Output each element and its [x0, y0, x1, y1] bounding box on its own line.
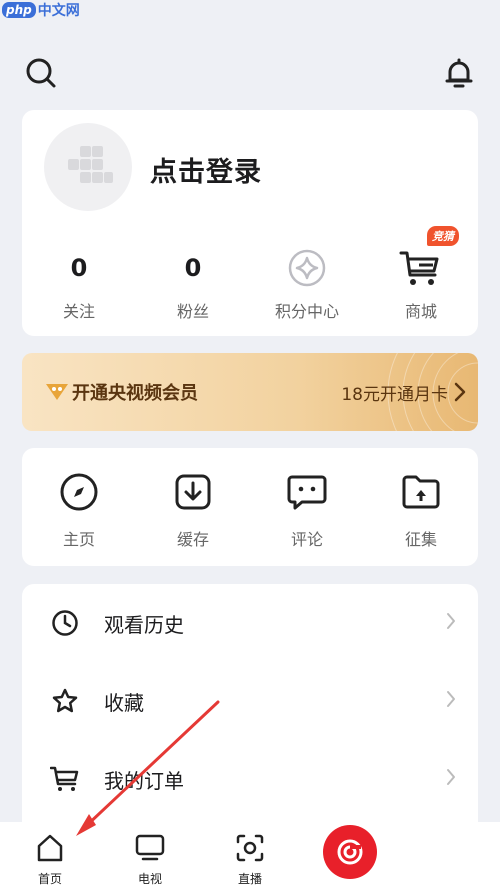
vip-banner[interactable]: 开通央视频会员 18元开通月卡 [22, 353, 478, 431]
tab-tv[interactable]: 电视 [100, 822, 200, 890]
quick-label: 主页 [62, 530, 95, 549]
quick-homepage[interactable]: 主页 [22, 448, 136, 566]
tab-label: 电视 [137, 872, 162, 886]
tab-label: 首页 [37, 872, 62, 886]
avatar[interactable] [44, 123, 132, 211]
quick-label: 评论 [290, 530, 323, 549]
vip-offer: 18元开通月卡 [341, 385, 448, 405]
clock-icon [50, 608, 80, 638]
menu-label: 我的订单 [104, 768, 184, 793]
download-icon [136, 472, 250, 512]
tab-home[interactable]: 首页 [0, 822, 100, 890]
watermark-site: 中文网 [37, 3, 80, 19]
menu-item-favorites[interactable]: 收藏 [22, 662, 478, 740]
menu-list: 观看历史 收藏 我的订单 [22, 584, 478, 824]
chevron-right-icon [454, 382, 466, 406]
bottom-tab-bar: 首页 电视 直播 [0, 822, 500, 890]
stat-fans[interactable]: 0 粉丝 [136, 250, 250, 322]
vip-logo-icon [44, 380, 70, 402]
stat-label: 粉丝 [176, 302, 209, 321]
quick-label: 缓存 [176, 530, 209, 549]
menu-item-orders[interactable]: 我的订单 [22, 740, 478, 818]
stats-row: 0 关注 0 粉丝 积分中心 竞猜 商城 [22, 226, 478, 322]
profile-card: 点击登录 0 关注 0 粉丝 积分中心 竞猜 商城 [22, 110, 478, 336]
cart-icon [50, 764, 80, 794]
stat-following[interactable]: 0 关注 [22, 250, 136, 322]
stat-label: 积分中心 [274, 302, 339, 321]
quick-comments[interactable]: 评论 [250, 448, 364, 566]
stat-value: 0 [70, 254, 88, 282]
stat-label: 关注 [62, 302, 95, 321]
watermark-logo: php 中文网 [2, 0, 80, 20]
tab-center-logo[interactable] [300, 822, 400, 890]
folder-upload-icon [364, 472, 478, 512]
points-icon [250, 249, 364, 287]
tv-icon [135, 834, 165, 861]
stat-mall[interactable]: 竞猜 商城 [364, 226, 478, 322]
app-logo-icon [323, 825, 377, 879]
quick-actions: 主页 缓存 评论 征集 [22, 448, 478, 566]
tab-bar-spacer [400, 822, 500, 890]
search-icon[interactable] [24, 56, 58, 90]
menu-label: 收藏 [104, 690, 144, 715]
stat-label: 商城 [404, 302, 437, 321]
cart-icon: 竞猜 [364, 226, 478, 286]
top-bar [24, 56, 476, 90]
quick-label: 征集 [404, 530, 437, 549]
chevron-right-icon [446, 690, 456, 712]
star-icon [50, 686, 80, 716]
login-link[interactable]: 点击登录 [150, 150, 262, 189]
menu-item-history[interactable]: 观看历史 [22, 584, 478, 662]
chevron-right-icon [446, 612, 456, 634]
watermark-brand: php [2, 2, 36, 18]
vip-title: 开通央视频会员 [72, 383, 198, 404]
comment-icon [250, 472, 364, 512]
menu-label: 观看历史 [104, 612, 184, 637]
home-icon [37, 834, 63, 862]
quick-cache[interactable]: 缓存 [136, 448, 250, 566]
stat-points-center[interactable]: 积分中心 [250, 249, 364, 322]
tab-label: 直播 [237, 872, 262, 886]
stat-value: 0 [184, 254, 202, 282]
guess-badge: 竞猜 [427, 226, 459, 246]
bell-icon[interactable] [442, 56, 476, 90]
tab-live[interactable]: 直播 [200, 822, 300, 890]
quick-collect[interactable]: 征集 [364, 448, 478, 566]
live-icon [236, 834, 264, 862]
chevron-right-icon [446, 768, 456, 790]
compass-icon [22, 472, 136, 512]
